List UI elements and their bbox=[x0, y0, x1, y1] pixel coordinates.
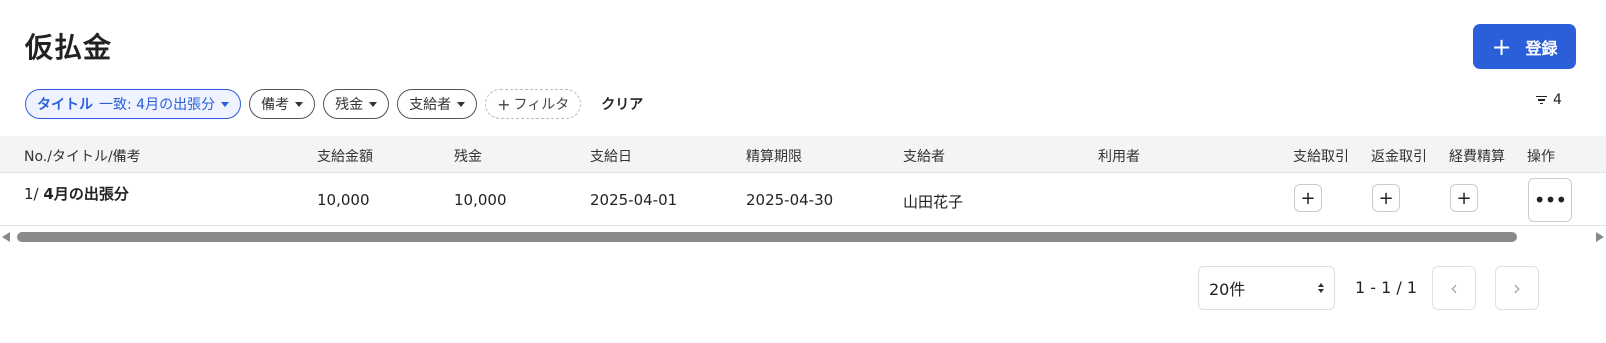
caret-down-icon bbox=[221, 101, 230, 107]
add-refund-transaction-button[interactable]: + bbox=[1372, 184, 1400, 212]
register-button-label: 登録 bbox=[1525, 38, 1558, 58]
filter-chip-balance-label: 残金 bbox=[335, 97, 364, 113]
caret-down-icon bbox=[295, 101, 304, 107]
add-payment-transaction-button[interactable]: + bbox=[1294, 184, 1322, 212]
filter-count: 4 bbox=[1553, 92, 1562, 108]
chevron-left-icon: ‹ bbox=[1450, 276, 1458, 300]
more-actions-button[interactable]: ••• bbox=[1528, 178, 1572, 222]
page-title: 仮払金 bbox=[25, 31, 113, 64]
filter-chip-payer-label: 支給者 bbox=[409, 97, 452, 113]
cell-no: 1/ bbox=[24, 185, 39, 203]
filter-chip-balance[interactable]: 残金 bbox=[323, 89, 390, 119]
add-filter-button[interactable]: + フィルタ bbox=[485, 89, 582, 119]
cell-title-text: 4月の出張分 bbox=[43, 185, 129, 203]
column-header-expense-settlement: 経費精算 bbox=[1449, 149, 1505, 165]
column-header-user[interactable]: 利用者 bbox=[1098, 146, 1140, 166]
page-size-value: 20件 bbox=[1209, 280, 1246, 299]
filter-bar: タイトル 一致: 4月の出張分 備考 残金 支給者 + フィルタ クリア bbox=[25, 89, 643, 119]
filter-chip-memo-label: 備考 bbox=[261, 97, 290, 113]
column-header-balance[interactable]: 残金 bbox=[454, 146, 482, 166]
column-header-deadline[interactable]: 精算期限 bbox=[746, 146, 802, 166]
column-header-amount[interactable]: 支給金額 bbox=[317, 146, 373, 166]
column-header-pay-date[interactable]: 支給日 bbox=[590, 146, 632, 166]
prev-page-button[interactable]: ‹ bbox=[1432, 266, 1476, 310]
column-header-payer[interactable]: 支給者 bbox=[903, 146, 945, 166]
plus-icon: + bbox=[497, 94, 511, 114]
column-header-actions: 操作 bbox=[1527, 149, 1555, 165]
pagination-range: 1 - 1 / 1 bbox=[1355, 278, 1418, 297]
filter-chip-title-key: タイトル bbox=[37, 97, 93, 113]
filter-chip-memo[interactable]: 備考 bbox=[249, 89, 316, 119]
cell-balance: 10,000 bbox=[454, 191, 507, 209]
table-row[interactable]: 1/ 4月の出張分 10,000 10,000 2025-04-01 2025-… bbox=[0, 173, 1606, 226]
next-page-button[interactable]: › bbox=[1495, 266, 1539, 310]
add-filter-label: フィルタ bbox=[513, 97, 570, 113]
scroll-left-arrow-icon[interactable] bbox=[2, 232, 10, 242]
cell-amount: 10,000 bbox=[317, 191, 370, 209]
table-header: No./タイトル/備考 支給金額 残金 支給日 精算期限 支給者 利用者 支給取… bbox=[0, 136, 1606, 173]
filter-chip-payer[interactable]: 支給者 bbox=[397, 89, 478, 119]
caret-down-icon bbox=[369, 101, 378, 107]
filter-chip-title-value: 一致: 4月の出張分 bbox=[99, 97, 216, 113]
clear-filters-button[interactable]: クリア bbox=[601, 94, 643, 114]
page-size-select[interactable]: 20件 bbox=[1198, 266, 1335, 310]
filter-icon bbox=[1536, 95, 1547, 105]
add-expense-settlement-button[interactable]: + bbox=[1450, 184, 1478, 212]
scroll-thumb[interactable] bbox=[17, 232, 1517, 242]
column-header-payment-transaction: 支給取引 bbox=[1293, 149, 1349, 165]
column-header-title[interactable]: No./タイトル/備考 bbox=[24, 146, 141, 166]
chevron-right-icon: › bbox=[1513, 276, 1521, 300]
cell-deadline: 2025-04-30 bbox=[746, 191, 834, 209]
column-header-refund-transaction: 返金取引 bbox=[1371, 149, 1427, 165]
filter-count-button[interactable]: 4 bbox=[1536, 92, 1562, 108]
scroll-right-arrow-icon[interactable] bbox=[1596, 232, 1604, 242]
cell-payer: 山田花子 bbox=[903, 193, 964, 211]
horizontal-scrollbar[interactable] bbox=[0, 229, 1606, 245]
filter-chip-title[interactable]: タイトル 一致: 4月の出張分 bbox=[25, 89, 242, 119]
register-button[interactable]: + 登録 bbox=[1473, 24, 1576, 69]
caret-down-icon bbox=[457, 101, 466, 107]
cell-title[interactable]: 1/ 4月の出張分 bbox=[24, 183, 129, 204]
plus-icon: + bbox=[1491, 32, 1512, 61]
cell-pay-date: 2025-04-01 bbox=[590, 191, 678, 209]
select-arrows-icon bbox=[1318, 283, 1324, 293]
